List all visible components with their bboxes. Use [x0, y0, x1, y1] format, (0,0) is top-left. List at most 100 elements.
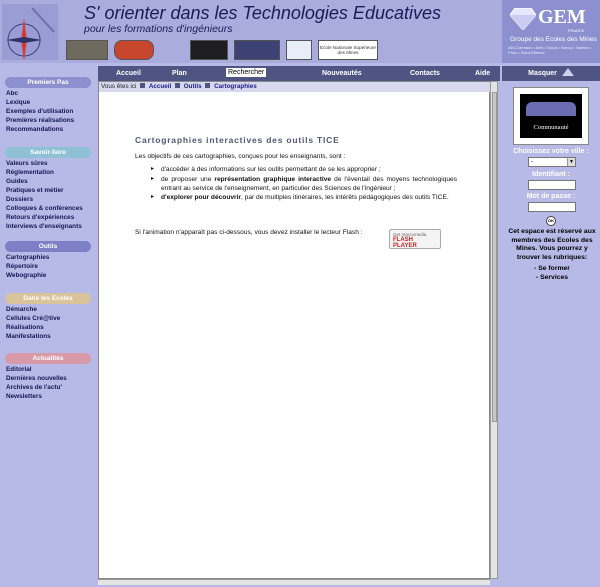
site-title: S' orienter dans les Technologies Educat…	[84, 3, 441, 23]
sidebar-link[interactable]: Abc	[6, 89, 91, 98]
sidebar-link[interactable]: Archives de l'actu'	[6, 383, 91, 392]
sidebar-link[interactable]: Exemples d'utilisation	[6, 107, 91, 116]
sidebar-section-title[interactable]: Premiers Pas	[5, 77, 91, 88]
left-sidebar: Premiers Pas Abc Lexique Exemples d'utilisa…	[0, 63, 96, 587]
arrow-icon	[205, 83, 211, 88]
scroll-thumb[interactable]	[492, 92, 497, 422]
right-panel: Masquer Communauté Choisissez votre vill…	[502, 63, 600, 587]
sidebar-link[interactable]: Répertoire	[6, 262, 91, 271]
triangle-up-icon	[561, 68, 574, 76]
community-picture: Communauté	[520, 94, 582, 138]
compass-logo-icon	[2, 4, 58, 60]
gem-schools: Albi-Carmaux • Alès • Douai • Nancy • Na…	[508, 45, 592, 55]
bullet-text: , par de multiples itinéraires, les inté…	[240, 194, 449, 202]
main-area: Accueil Plan Rechercher Nouveautés Conta…	[96, 63, 502, 587]
sidebar-link[interactable]: Webographie	[6, 271, 91, 280]
list-item: de proposer une représentation graphique…	[135, 175, 457, 194]
members-note: Cet espace est réservé aux membres des E…	[508, 228, 596, 261]
sidebar-section-title[interactable]: Dans les Ecoles	[5, 293, 91, 304]
sidebar-link[interactable]: Pratiques et métier	[6, 186, 91, 195]
sidebar-link[interactable]: Dossiers	[6, 195, 91, 204]
site-subtitle: pour les formations d'ingénieurs	[84, 23, 233, 35]
sidebar-link[interactable]: Réglementation	[6, 168, 91, 177]
sidebar-link[interactable]: Colloques & conférences	[6, 204, 91, 213]
horizontal-scrollbar[interactable]	[98, 579, 490, 585]
partner-logo-3[interactable]	[160, 40, 184, 60]
choose-city-label: Choisissez votre ville :	[513, 148, 589, 155]
nav-contacts[interactable]: Contacts	[410, 70, 440, 77]
sidebar-section-title[interactable]: Savoir-faire	[5, 147, 91, 158]
sidebar-section-title[interactable]: Actualités	[5, 353, 91, 364]
sidebar-link[interactable]: Cellules Cré@tive	[6, 314, 91, 323]
article-intro: Les objectifs de ces cartographies, conç…	[135, 153, 346, 160]
members-item: - Services	[535, 274, 569, 281]
vertical-scrollbar[interactable]	[490, 81, 498, 579]
nav-accueil[interactable]: Accueil	[116, 70, 141, 77]
bullet-bold: d'explorer pour découvrir	[161, 194, 241, 202]
partner-logo-4[interactable]	[190, 40, 228, 60]
nav-rechercher[interactable]: Rechercher	[226, 68, 267, 77]
sidebar-link[interactable]: Réalisations	[6, 323, 91, 332]
objectives-list: d'accéder à des informations sur les out…	[135, 165, 457, 202]
gem-logo-text: GEM	[538, 6, 586, 28]
partner-logo-6[interactable]	[286, 40, 312, 60]
content-pane: Vous êtes ici Accueil Outils Cartographi…	[98, 81, 491, 579]
breadcrumb-item[interactable]: Outils	[184, 83, 202, 90]
people-silhouette-icon	[526, 102, 576, 116]
sidebar-link[interactable]: Lexique	[6, 98, 91, 107]
sidebar-link[interactable]: Démarche	[6, 305, 91, 314]
partner-logos: Ecole Nationale Supérieure des Mines	[66, 40, 378, 60]
nav-plan[interactable]: Plan	[172, 70, 187, 77]
sidebar-link[interactable]: Valeurs sûres	[6, 159, 91, 168]
list-item: d'accéder à des informations sur les out…	[135, 165, 457, 175]
masquer-label: Masquer	[528, 70, 557, 77]
partner-logo-7[interactable]: Ecole Nationale Supérieure des Mines	[318, 40, 378, 60]
sidebar-section: Dans les Ecoles Démarche Cellules Cré@tive…	[0, 293, 91, 341]
diamond-icon	[510, 8, 536, 30]
masquer-button[interactable]: Masquer	[502, 66, 600, 81]
get-flash-player-button[interactable]: Get macromedia FLASH PLAYER	[389, 229, 441, 249]
sidebar-link[interactable]: Retours d'expériences	[6, 213, 91, 222]
sidebar-link[interactable]: Cartographies	[6, 253, 91, 262]
sidebar-section: Outils Cartographies Répertoire Webographie	[0, 241, 91, 280]
arrow-icon	[175, 83, 181, 88]
sidebar-link[interactable]: Newsletters	[6, 392, 91, 401]
sidebar-link[interactable]: Recommandations	[6, 125, 91, 134]
partner-logo-5[interactable]	[234, 40, 280, 60]
sidebar-link[interactable]: Manifestations	[6, 332, 91, 341]
identifiant-label: Identifiant :	[532, 171, 570, 178]
sidebar-link[interactable]: Editorial	[6, 365, 91, 374]
city-select-value: -	[531, 159, 533, 165]
sidebar-link[interactable]: Premières réalisations	[6, 116, 91, 125]
arrow-icon	[140, 83, 146, 88]
nav-aide[interactable]: Aide	[475, 70, 490, 77]
community-label: Communauté	[533, 124, 569, 131]
article-body: Les objectifs de ces cartographies, conç…	[135, 152, 457, 203]
sidebar-link[interactable]: Guides	[6, 177, 91, 186]
list-item: d'explorer pour découvrir, par de multip…	[135, 193, 457, 203]
gem-country: FRANCE	[568, 28, 585, 33]
breadcrumb-item[interactable]: Cartographies	[214, 83, 257, 90]
flash-badge-sub: PLAYER	[393, 243, 417, 249]
password-field[interactable]	[528, 202, 576, 212]
sidebar-section: Savoir-faire Valeurs sûres Réglementation G…	[0, 147, 91, 231]
breadcrumb-item[interactable]: Accueil	[149, 83, 171, 90]
sidebar-section: Premiers Pas Abc Lexique Exemples d'utilisa…	[0, 77, 91, 134]
community-image[interactable]: Communauté	[513, 87, 589, 145]
identifiant-field[interactable]	[528, 180, 576, 190]
partner-logo-2[interactable]	[114, 40, 154, 60]
top-nav: Accueil Plan Rechercher Nouveautés Conta…	[98, 66, 500, 81]
breadcrumb-prefix: Vous êtes ici	[101, 83, 137, 90]
password-label: Mot de passe :	[526, 193, 576, 200]
sidebar-link[interactable]: Interviews d'enseignants	[6, 222, 91, 231]
city-select[interactable]: - ▼	[528, 157, 576, 167]
nav-nouveautes[interactable]: Nouveautés	[322, 70, 362, 77]
bullet-bold: représentation graphique interactive	[214, 175, 332, 183]
partner-logo-1[interactable]	[66, 40, 108, 60]
sidebar-section: Actualités Editorial Dernières nouvelles Ar…	[0, 353, 91, 401]
sidebar-section-title[interactable]: Outils	[5, 241, 91, 252]
chevron-down-icon: ▼	[567, 158, 575, 166]
sidebar-link[interactable]: Dernières nouvelles	[6, 374, 91, 383]
ok-button[interactable]: OK	[546, 216, 556, 226]
bullet-text: de proposer une	[161, 175, 215, 183]
